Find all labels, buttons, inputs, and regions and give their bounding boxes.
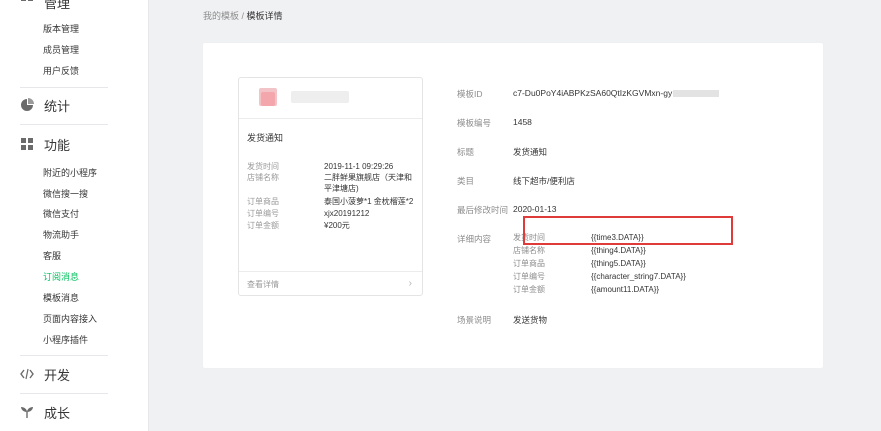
detail-field-label: 订单金额 (513, 285, 545, 294)
sidebar-section-manage-label: 管理 (44, 0, 71, 11)
sidebar-divider (20, 124, 108, 125)
breadcrumb: 我的模板 / 模板详情 (203, 9, 283, 22)
preview-notice-title: 发货通知 (247, 133, 284, 143)
template-id-value: c7-Du0PoY4iABPKzSA60QtIzKGVMxn-gy (513, 88, 720, 98)
blurred-app-name (291, 91, 349, 103)
sprout-icon (20, 405, 34, 419)
sidebar-item-pay[interactable]: 微信支付 (43, 208, 79, 220)
preview-divider (239, 118, 422, 119)
detail-field-value: {{amount11.DATA}} (591, 285, 660, 294)
preview-row-label: 订单金额 (247, 221, 279, 230)
sidebar-item-nearby[interactable]: 附近的小程序 (43, 167, 97, 179)
breadcrumb-current: 模板详情 (246, 11, 283, 21)
sidebar-item-content-access[interactable]: 页面内容接入 (43, 313, 97, 325)
category-label: 类目 (457, 176, 475, 186)
preview-divider (239, 271, 422, 272)
sidebar-divider (20, 87, 108, 88)
chevron-right-icon: › (408, 278, 412, 289)
preview-row-value: 平津塘店) (324, 184, 359, 193)
detail-field-value: {{thing4.DATA}} (591, 246, 646, 255)
sidebar-item-search[interactable]: 微信搜一搜 (43, 188, 88, 200)
detail-field-value: {{thing5.DATA}} (591, 259, 646, 268)
sidebar-item-version[interactable]: 版本管理 (43, 23, 79, 35)
sidebar-section-stats-label: 统计 (44, 98, 71, 114)
detail-content-label: 详细内容 (457, 234, 492, 244)
sidebar-section-dev-label: 开发 (44, 367, 71, 383)
template-no-label: 模板编号 (457, 118, 492, 128)
preview-row-value: 二胖鲜果旗舰店（天津和 (324, 173, 412, 182)
sidebar-item-subscribe-msg[interactable]: 订阅消息 (43, 271, 79, 283)
code-icon (20, 367, 34, 381)
detail-field-label: 店铺名称 (513, 246, 545, 255)
category-value: 线下超市/便利店 (513, 176, 575, 186)
manage-icon (20, 0, 34, 9)
detail-field-label: 订单商品 (513, 259, 545, 268)
detail-field-label: 发货时间 (513, 233, 545, 242)
sidebar-section-growth[interactable]: 成长 (20, 402, 70, 422)
preview-row-value: ¥200元 (324, 221, 350, 230)
detail-field-value: {{time3.DATA}} (591, 233, 644, 242)
preview-row-value: 泰国小菠萝*1 金枕榴莲*2 (324, 197, 414, 206)
sidebar-item-plugins[interactable]: 小程序插件 (43, 334, 88, 346)
grid-icon (20, 137, 34, 151)
modified-time-label: 最后修改时间 (457, 205, 509, 215)
breadcrumb-parent-link[interactable]: 我的模板 (203, 11, 239, 21)
sidebar-divider (20, 355, 108, 356)
sidebar-item-logistics[interactable]: 物流助手 (43, 229, 79, 241)
view-details-link[interactable]: 查看详情 (247, 279, 279, 290)
sidebar-section-growth-label: 成长 (44, 405, 71, 421)
preview-row-label: 订单编号 (247, 209, 279, 218)
pie-chart-icon (20, 98, 34, 112)
message-preview: 发货通知 发货时间 2019-11-1 09:29:26 店铺名称 二胖鲜果旗舰… (238, 77, 423, 296)
preview-row-value: 2019-11-1 09:29:26 (324, 162, 394, 171)
blurred-avatar (259, 88, 277, 106)
detail-field-value: {{character_string7.DATA}} (591, 272, 686, 281)
modified-time-value: 2020-01-13 (513, 204, 557, 214)
template-id-text: c7-Du0PoY4iABPKzSA60QtIzKGVMxn-gy (513, 88, 673, 98)
sidebar: 管理 版本管理 成员管理 用户反馈 统计 功能 附近的小程序 微信搜一搜 微信支… (0, 0, 149, 431)
sidebar-item-template-msg[interactable]: 模板消息 (43, 292, 79, 304)
sidebar-section-dev[interactable]: 开发 (20, 364, 70, 384)
sidebar-section-functions[interactable]: 功能 (20, 134, 70, 154)
preview-row-label: 发货时间 (247, 162, 279, 171)
template-no-value: 1458 (513, 117, 532, 127)
sidebar-section-functions-label: 功能 (44, 137, 71, 153)
sidebar-item-service[interactable]: 客服 (43, 250, 61, 262)
detail-field-label: 订单编号 (513, 272, 545, 281)
preview-row-label: 订单商品 (247, 197, 279, 206)
template-detail-card: 发货通知 发货时间 2019-11-1 09:29:26 店铺名称 二胖鲜果旗舰… (203, 43, 823, 368)
sidebar-section-stats[interactable]: 统计 (20, 95, 70, 115)
preview-row-label: 店铺名称 (247, 173, 279, 182)
scene-label: 场景说明 (457, 315, 492, 325)
template-id-label: 模板ID (457, 89, 483, 99)
scene-value: 发送货物 (513, 315, 548, 325)
sidebar-item-feedback[interactable]: 用户反馈 (43, 65, 79, 77)
sidebar-section-manage[interactable]: 管理 (20, 0, 70, 12)
blurred-id-suffix (673, 90, 720, 98)
title-value: 发货通知 (513, 147, 548, 157)
sidebar-item-members[interactable]: 成员管理 (43, 44, 79, 56)
breadcrumb-separator: / (239, 11, 247, 21)
title-label: 标题 (457, 147, 475, 157)
preview-row-value: xjx20191212 (324, 209, 370, 218)
sidebar-divider (20, 393, 108, 394)
